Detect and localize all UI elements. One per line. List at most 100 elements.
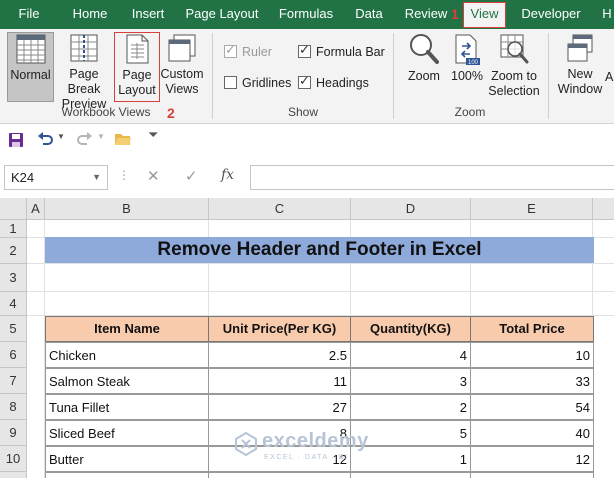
tab-formulas[interactable]: Formulas bbox=[275, 0, 337, 29]
chevron-down-icon[interactable]: ▼ bbox=[92, 166, 101, 189]
table-cell[interactable]: 2.5 bbox=[208, 342, 351, 368]
table-header-quantity[interactable]: Quantity(KG) bbox=[350, 316, 471, 342]
tab-developer[interactable]: Developer bbox=[517, 0, 585, 29]
table-cell[interactable]: 33 bbox=[470, 368, 594, 394]
enter-icon[interactable]: ✓ bbox=[185, 167, 198, 185]
table-cell[interactable]: 27 bbox=[208, 394, 351, 420]
row-header[interactable]: 1 bbox=[0, 220, 27, 238]
row-header[interactable]: 6 bbox=[0, 342, 27, 368]
column-header-a[interactable]: A bbox=[27, 198, 45, 220]
zoom-100-button[interactable]: 100 100% bbox=[448, 32, 486, 102]
cancel-icon[interactable]: ✕ bbox=[147, 167, 160, 185]
headings-checkbox[interactable]: ✓ bbox=[298, 73, 311, 89]
ruler-checkbox-row[interactable]: ✓ Ruler bbox=[224, 42, 272, 62]
gridlines-checkbox-row[interactable]: Gridlines bbox=[224, 75, 291, 93]
sheet-title[interactable]: Remove Header and Footer in Excel bbox=[45, 237, 594, 263]
page-break-preview-button[interactable]: Page Break Preview bbox=[55, 32, 113, 111]
undo-icon[interactable] bbox=[36, 131, 54, 147]
table-cell[interactable]: Salmon Steak bbox=[45, 368, 209, 394]
table-cell[interactable]: Sliced Beef bbox=[45, 420, 209, 446]
svg-text:100: 100 bbox=[468, 60, 479, 66]
new-window-button[interactable]: New Window bbox=[556, 32, 604, 102]
tab-insert[interactable]: Insert bbox=[126, 0, 170, 29]
gridline bbox=[27, 263, 614, 264]
table-cell[interactable] bbox=[470, 472, 594, 478]
zoom-to-selection-label-2: Selection bbox=[488, 84, 540, 98]
select-all-corner[interactable] bbox=[0, 198, 27, 220]
formula-input[interactable] bbox=[250, 165, 614, 190]
row-header[interactable] bbox=[0, 472, 27, 478]
table-header-unit-price[interactable]: Unit Price(Per KG) bbox=[208, 316, 351, 342]
zoom-100-label: 100% bbox=[451, 69, 483, 83]
insert-function-icon[interactable]: fx bbox=[221, 167, 234, 183]
page-break-preview-label-1: Page Break bbox=[67, 67, 101, 96]
new-window-label-2: Window bbox=[557, 82, 603, 96]
table-cell[interactable]: 12 bbox=[470, 446, 594, 472]
redo-icon[interactable] bbox=[76, 131, 94, 147]
headings-checkbox-row[interactable]: ✓ Headings bbox=[298, 73, 369, 93]
watermark-tagline: EXCEL · DATA · BI bbox=[264, 454, 349, 461]
row-header[interactable]: 4 bbox=[0, 292, 27, 316]
formula-bar-checkbox-row[interactable]: ✓ Formula Bar bbox=[298, 42, 385, 62]
column-header-c[interactable]: C bbox=[209, 198, 351, 220]
row-header[interactable]: 3 bbox=[0, 264, 27, 292]
column-header-e[interactable]: E bbox=[471, 198, 593, 220]
save-icon[interactable] bbox=[8, 132, 24, 148]
undo-dropdown-icon[interactable]: ▼ bbox=[57, 132, 65, 141]
tab-home[interactable]: Home bbox=[66, 0, 114, 29]
formula-bar-checkbox[interactable]: ✓ bbox=[298, 42, 311, 58]
tab-data[interactable]: Data bbox=[349, 0, 389, 29]
tab-page-layout[interactable]: Page Layout bbox=[181, 0, 263, 29]
custom-views-label-1: Custom bbox=[160, 67, 204, 81]
zoom-to-selection-button[interactable]: Zoom to Selection bbox=[487, 32, 541, 102]
column-header-b[interactable]: B bbox=[45, 198, 209, 220]
table-cell[interactable] bbox=[208, 472, 351, 478]
tab-review[interactable]: Review bbox=[400, 0, 452, 29]
column-header-f[interactable] bbox=[593, 198, 614, 220]
exceldemy-watermark: exceldemy EXCEL · DATA · BI bbox=[232, 430, 392, 470]
row-header[interactable]: 5 bbox=[0, 316, 27, 342]
page-layout-view-button[interactable]: Page Layout bbox=[114, 32, 160, 102]
table-cell[interactable]: Chicken bbox=[45, 342, 209, 368]
formula-bar-label: Formula Bar bbox=[316, 45, 385, 59]
table-cell[interactable]: Tuna Fillet bbox=[45, 394, 209, 420]
page-layout-icon bbox=[126, 34, 149, 64]
page-break-preview-icon bbox=[70, 34, 98, 62]
normal-view-icon bbox=[16, 34, 45, 64]
table-header-total-price[interactable]: Total Price bbox=[470, 316, 594, 342]
custom-views-button[interactable]: Custom Views bbox=[160, 32, 204, 102]
zoom-label: Zoom bbox=[408, 69, 440, 83]
table-cell[interactable] bbox=[45, 472, 209, 478]
name-box[interactable]: K24 ▼ bbox=[4, 165, 108, 190]
open-folder-icon[interactable] bbox=[114, 131, 132, 147]
workbook-views-group-label: Workbook Views bbox=[61, 105, 151, 119]
table-cell[interactable]: 11 bbox=[208, 368, 351, 394]
zoom-group-label: Zoom bbox=[454, 105, 486, 119]
table-cell[interactable]: 10 bbox=[470, 342, 594, 368]
table-cell[interactable]: 4 bbox=[350, 342, 471, 368]
table-header-item-name[interactable]: Item Name bbox=[45, 316, 209, 342]
redo-dropdown-icon[interactable]: ▼ bbox=[97, 132, 105, 141]
table-cell[interactable]: 2 bbox=[350, 394, 471, 420]
row-header[interactable]: 7 bbox=[0, 368, 27, 394]
cut-off-button-label[interactable]: A bbox=[605, 70, 613, 84]
table-cell[interactable]: 40 bbox=[470, 420, 594, 446]
table-cell[interactable] bbox=[350, 472, 471, 478]
zoom-button[interactable]: Zoom bbox=[402, 32, 446, 102]
normal-view-button[interactable]: Normal bbox=[7, 32, 54, 102]
table-cell[interactable]: 54 bbox=[470, 394, 594, 420]
gridlines-checkbox[interactable] bbox=[224, 76, 237, 89]
row-header[interactable]: 9 bbox=[0, 420, 27, 446]
table-cell[interactable]: 3 bbox=[350, 368, 471, 394]
row-header[interactable]: 10 bbox=[0, 446, 27, 472]
tab-cut-off[interactable]: H bbox=[600, 0, 614, 29]
row-header[interactable]: 8 bbox=[0, 394, 27, 420]
ribbon-view-panel: Normal Page Break Preview Page Layout 2 … bbox=[0, 29, 614, 124]
row-header[interactable]: 2 bbox=[0, 238, 27, 264]
column-header-d[interactable]: D bbox=[351, 198, 471, 220]
tab-file[interactable]: File bbox=[10, 0, 48, 29]
ruler-checkbox[interactable]: ✓ bbox=[224, 42, 237, 58]
customize-toolbar-icon[interactable]: ⏷ bbox=[148, 127, 158, 143]
table-cell[interactable]: Butter bbox=[45, 446, 209, 472]
tab-view[interactable]: View bbox=[463, 2, 506, 28]
